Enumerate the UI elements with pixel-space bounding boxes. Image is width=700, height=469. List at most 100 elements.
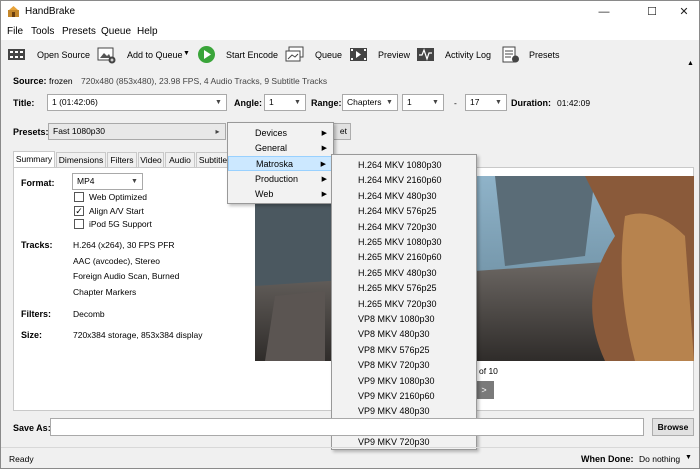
duration-value: 01:42:09 — [557, 98, 591, 108]
menu-bar: File Tools Presets Queue Help — [1, 23, 699, 40]
tab-subtitle[interactable]: Subtitle — [196, 152, 230, 167]
menu-presets[interactable]: Presets — [62, 26, 96, 37]
chevron-right-icon: ▶ — [320, 161, 326, 168]
toolbar: Open Source Add to Queue ▼ Start Encode — [1, 40, 699, 70]
preview-button[interactable]: Preview — [347, 42, 410, 68]
add-to-queue-button[interactable]: Add to Queue ▼ — [95, 42, 191, 68]
chevron-right-icon: ▶ — [321, 130, 327, 137]
reset-button[interactable]: et — [331, 123, 351, 140]
menu-item-label: Devices — [255, 128, 288, 138]
preview-next-button[interactable]: > — [474, 381, 494, 399]
menu-file[interactable]: File — [7, 26, 23, 37]
presets-label: Presets — [529, 50, 560, 60]
web-optimized-checkbox[interactable] — [74, 192, 84, 202]
chevron-down-icon: ▼ — [294, 99, 301, 106]
ipod-checkbox[interactable] — [74, 219, 84, 229]
range-start-select[interactable]: 1 ▼ — [402, 94, 444, 111]
duration-label: Duration: — [511, 98, 551, 108]
chevron-down-icon: ▼ — [495, 99, 502, 106]
align-av-label: Align A/V Start — [89, 206, 144, 216]
align-av-checkbox[interactable]: ✓ — [74, 206, 84, 216]
title-value: 1 (01:42:06) — [52, 97, 98, 107]
submenu-item[interactable]: H.265 MKV 720p30 — [332, 297, 476, 312]
activity-log-icon — [417, 48, 434, 61]
presets-button[interactable]: Presets — [499, 42, 561, 68]
range-type-select[interactable]: Chapters ▼ — [342, 94, 398, 111]
close-button[interactable]: ✕ — [665, 1, 699, 23]
size-value: 720x384 storage, 853x384 display — [73, 330, 203, 340]
submenu-item[interactable]: H.264 MKV 576p25 — [332, 204, 476, 219]
save-as-input[interactable] — [50, 418, 644, 436]
film-strip-icon — [8, 49, 25, 60]
submenu-item[interactable]: VP8 MKV 480p30 — [332, 327, 476, 342]
preset-select[interactable]: Fast 1080p30 ▸ — [48, 123, 226, 140]
submenu-item[interactable]: VP9 MKV 2160p60 — [332, 389, 476, 404]
tab-video[interactable]: Video — [138, 152, 164, 167]
angle-select[interactable]: 1 ▼ — [264, 94, 306, 111]
submenu-item[interactable]: H.265 MKV 2160p60 — [332, 250, 476, 265]
submenu-item[interactable]: H.264 MKV 480p30 — [332, 189, 476, 204]
menu-help[interactable]: Help — [137, 26, 158, 37]
status-text: Ready — [9, 454, 34, 464]
menu-item-matroska[interactable]: Matroska ▶ — [228, 156, 333, 171]
range-separator: - — [454, 98, 457, 108]
toolbar-overflow-icon[interactable]: ▲ — [687, 60, 694, 67]
tab-dimensions[interactable]: Dimensions — [56, 152, 106, 167]
filters-label: Filters: — [21, 309, 52, 319]
submenu-item[interactable]: H.265 MKV 576p25 — [332, 281, 476, 296]
chevron-down-icon[interactable]: ▼ — [685, 454, 692, 461]
menu-queue[interactable]: Queue — [101, 26, 131, 37]
open-source-button[interactable]: Open Source — [5, 42, 91, 68]
angle-value: 1 — [269, 97, 274, 107]
queue-label: Queue — [315, 50, 343, 60]
when-done-value[interactable]: Do nothing — [639, 454, 680, 464]
reset-button-label: et — [339, 126, 347, 136]
submenu-item[interactable]: H.264 MKV 720p30 — [332, 220, 476, 235]
add-to-queue-label: Add to Queue — [127, 50, 183, 60]
browse-button[interactable]: Browse — [652, 418, 694, 436]
open-source-label: Open Source — [37, 50, 91, 60]
chevron-down-icon[interactable]: ▼ — [183, 50, 190, 57]
preset-value: Fast 1080p30 — [53, 126, 105, 136]
preview-film-icon — [350, 48, 367, 61]
save-as-label: Save As: — [13, 423, 51, 433]
range-end-select[interactable]: 17 ▼ — [465, 94, 507, 111]
add-image-icon — [97, 47, 116, 64]
menu-tools[interactable]: Tools — [31, 26, 54, 37]
queue-button[interactable]: Queue — [283, 42, 343, 68]
chevron-down-icon: ▼ — [386, 99, 393, 106]
title-select[interactable]: 1 (01:42:06) ▼ — [47, 94, 227, 111]
menu-item-general[interactable]: General ▶ — [228, 141, 333, 156]
submenu-item[interactable]: H.265 MKV 480p30 — [332, 266, 476, 281]
submenu-item[interactable]: VP9 MKV 1080p30 — [332, 374, 476, 389]
format-select[interactable]: MP4 ▼ — [72, 173, 143, 190]
preset-category-menu: Devices ▶ General ▶ Matroska ▶ Productio… — [227, 122, 334, 204]
submenu-item[interactable]: H.264 MKV 2160p60 — [332, 173, 476, 188]
tab-summary[interactable]: Summary — [13, 151, 55, 168]
tab-filters[interactable]: Filters — [107, 152, 137, 167]
track-item: Chapter Markers — [73, 287, 137, 297]
submenu-item[interactable]: H.264 MKV 1080p30 — [332, 158, 476, 173]
submenu-item[interactable]: VP8 MKV 720p30 — [332, 358, 476, 373]
activity-log-button[interactable]: Activity Log — [414, 42, 494, 68]
range-start-value: 1 — [407, 97, 412, 107]
minimize-button[interactable]: — — [585, 1, 623, 23]
menu-item-web[interactable]: Web ▶ — [228, 187, 333, 202]
submenu-item[interactable]: H.265 MKV 1080p30 — [332, 235, 476, 250]
activity-log-label: Activity Log — [445, 50, 492, 60]
menu-item-production[interactable]: Production ▶ — [228, 172, 333, 187]
menu-item-devices[interactable]: Devices ▶ — [228, 126, 333, 141]
range-end-value: 17 — [470, 97, 480, 107]
handbrake-app-icon — [8, 6, 19, 17]
menu-item-label: General — [255, 143, 288, 153]
range-label: Range: — [311, 98, 342, 108]
tab-audio[interactable]: Audio — [165, 152, 195, 167]
start-encode-button[interactable]: Start Encode — [195, 42, 278, 68]
format-label: Format: — [21, 178, 55, 188]
presets-row-label: Presets: — [13, 127, 49, 137]
filters-value: Decomb — [73, 309, 105, 319]
submenu-item[interactable]: VP8 MKV 1080p30 — [332, 312, 476, 327]
submenu-item[interactable]: VP8 MKV 576p25 — [332, 343, 476, 358]
track-item: H.264 (x264), 30 FPS PFR — [73, 240, 175, 250]
web-optimized-label: Web Optimized — [89, 192, 147, 202]
